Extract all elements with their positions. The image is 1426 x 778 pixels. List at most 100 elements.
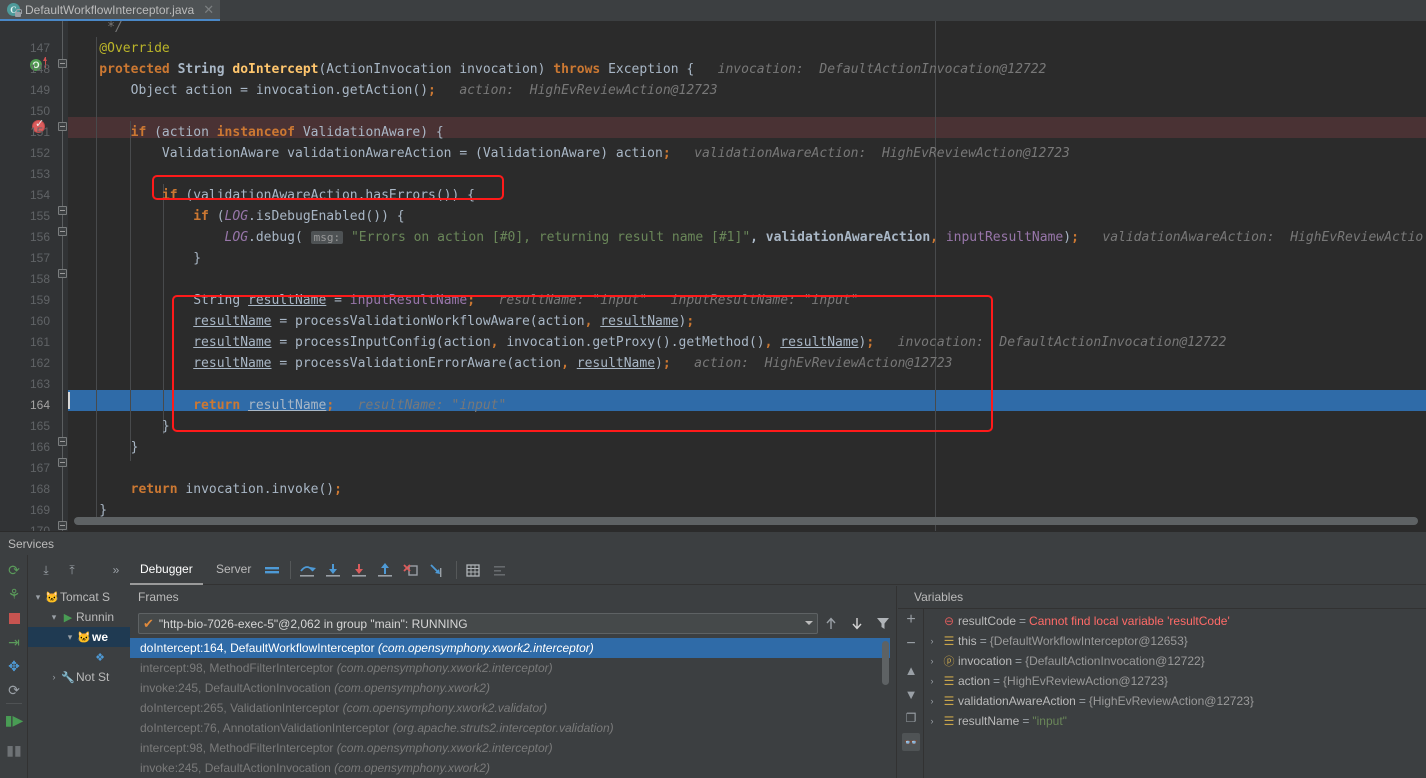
resume-program-icon[interactable]: ▮▶ <box>5 711 23 729</box>
run-to-cursor-icon[interactable] <box>428 562 446 579</box>
frame-method: intercept:98, MethodFilterInterceptor <box>140 661 333 675</box>
code-line-165: } <box>68 416 170 437</box>
rerun-icon[interactable]: ⟳ <box>5 561 23 579</box>
chevron-down-icon[interactable]: ▾ <box>64 632 76 643</box>
tab-server[interactable]: Server <box>206 555 261 585</box>
frame-row[interactable]: invoke:245, DefaultActionInvocation (com… <box>130 678 890 698</box>
frame-row[interactable]: doIntercept:265, ValidationInterceptor (… <box>130 698 890 718</box>
chevron-down-icon[interactable]: ▾ <box>32 592 44 603</box>
fold-marker-148[interactable] <box>58 59 67 68</box>
evaluate-expression-icon[interactable] <box>464 562 482 579</box>
services-title: Services <box>0 537 54 551</box>
drop-frame-icon[interactable] <box>402 562 420 579</box>
up-arrow-icon[interactable] <box>822 615 840 632</box>
mute-breakpoints-icon[interactable] <box>491 562 509 579</box>
add-watch-icon[interactable]: + <box>902 611 920 629</box>
more-icon[interactable]: » <box>108 562 124 578</box>
frame-row[interactable]: doIntercept:76, AnnotationValidationInte… <box>130 718 890 738</box>
frame-row[interactable]: invoke:245, DefaultActionInvocation (com… <box>130 758 890 778</box>
frames-scrollbar[interactable] <box>882 641 889 685</box>
step-out-icon[interactable] <box>376 562 394 579</box>
frame-row[interactable]: doIntercept:164, DefaultWorkflowIntercep… <box>130 638 890 658</box>
services-tree-node-artifact[interactable]: ❖ <box>28 647 130 667</box>
services-node-label: Tomcat S <box>60 590 110 604</box>
services-tree-node-tomcat[interactable]: ▾ 🐱 Tomcat S <box>28 587 130 607</box>
fold-marker-165[interactable] <box>58 437 67 446</box>
step-into-icon[interactable] <box>324 562 342 579</box>
variable-row[interactable]: › ⓟ invocation = {DefaultActionInvocatio… <box>924 651 1426 671</box>
code-line-156: LOG.debug( msg: "Errors on action [#0], … <box>68 227 1423 248</box>
panel-splitter[interactable] <box>896 586 897 778</box>
editor-tab[interactable]: C DefaultWorkflowInterceptor.java ✕ <box>0 0 220 21</box>
frame-row[interactable]: intercept:98, MethodFilterInterceptor (c… <box>130 658 890 678</box>
expand-all-icon[interactable]: ⤓ <box>38 562 54 578</box>
chevron-down-icon[interactable]: ▾ <box>48 612 60 623</box>
collapse-all-icon[interactable]: ⤒ <box>64 562 80 578</box>
variable-row[interactable]: › ☰ this = {DefaultWorkflowInterceptor@1… <box>924 631 1426 651</box>
fold-marker-151[interactable] <box>58 122 67 131</box>
line-number: 162 <box>0 353 50 374</box>
frames-list[interactable]: doIntercept:164, DefaultWorkflowIntercep… <box>130 638 890 778</box>
code-editor[interactable]: O 147 148 149 150 151 152 153 154 155 15… <box>0 21 1426 531</box>
fold-marker-155[interactable] <box>58 227 67 236</box>
fold-marker-157[interactable] <box>58 269 67 278</box>
restart-icon[interactable]: ⟳ <box>5 681 23 699</box>
services-tree-node-webapp[interactable]: ▾ 🐱 we <box>28 627 130 647</box>
variables-title: Variables <box>906 586 963 608</box>
services-node-label: we <box>92 630 108 644</box>
run-icon: ▶ <box>60 611 76 624</box>
remove-watch-icon[interactable]: − <box>902 635 920 653</box>
chevron-right-icon[interactable]: › <box>924 696 940 706</box>
down-arrow-icon[interactable] <box>848 615 866 632</box>
debug-icon[interactable]: ⚘ <box>5 585 23 603</box>
deploy-icon[interactable]: ⇥ <box>5 633 23 651</box>
frame-method: doIntercept:76, AnnotationValidationInte… <box>140 721 389 735</box>
chevron-right-icon[interactable]: › <box>924 656 940 666</box>
chevron-right-icon[interactable]: › <box>924 716 940 726</box>
code-line-157: } <box>68 248 201 269</box>
filter-icon[interactable] <box>874 615 892 632</box>
wrench-icon: 🔧 <box>60 671 76 684</box>
check-icon: ✔ <box>143 616 154 632</box>
variable-row[interactable]: › ☰ resultName = "input" <box>924 711 1426 731</box>
copy-icon[interactable]: ❐ <box>902 709 920 727</box>
line-number: 151 <box>0 122 50 143</box>
variable-row[interactable]: ⊖ resultCode = Cannot find local variabl… <box>924 611 1426 631</box>
chevron-right-icon[interactable]: › <box>924 636 940 646</box>
line-number: 166 <box>0 437 50 458</box>
editor-horizontal-scrollbar[interactable] <box>74 517 1418 525</box>
pause-program-icon[interactable]: ▮▮ <box>5 741 23 759</box>
line-number: 169 <box>0 500 50 521</box>
close-icon[interactable]: ✕ <box>203 5 214 15</box>
frame-row[interactable]: intercept:98, MethodFilterInterceptor (c… <box>130 738 890 758</box>
fold-marker-166[interactable] <box>58 458 67 467</box>
code-line-160: resultName = processValidationWorkflowAw… <box>68 311 694 332</box>
fold-marker-154[interactable] <box>58 206 67 215</box>
variables-list[interactable]: ⊖ resultCode = Cannot find local variabl… <box>924 609 1426 778</box>
chevron-down-icon[interactable] <box>805 621 813 625</box>
services-tree-node-running[interactable]: ▾ ▶ Runnin <box>28 607 130 627</box>
code-line-147: @Override <box>68 38 170 59</box>
chevron-right-icon[interactable]: › <box>48 672 60 682</box>
stop-icon[interactable] <box>5 609 23 627</box>
line-number: 158 <box>0 269 50 290</box>
services-tree-panel: ⤓ ⤒ » ▾ 🐱 Tomcat S ▾ ▶ Runnin ▾ 🐱 we <box>28 555 130 778</box>
move-down-icon[interactable]: ▼ <box>902 685 920 703</box>
frame-package: (com.opensymphony.xwork2.interceptor) <box>378 641 594 655</box>
tab-debugger[interactable]: Debugger <box>130 555 203 585</box>
code-line-152: ValidationAware validationAwareAction = … <box>68 143 1070 164</box>
show-execution-point-icon[interactable] <box>263 562 281 579</box>
step-over-icon[interactable] <box>298 562 316 579</box>
fold-marker-169[interactable] <box>58 521 67 530</box>
variable-row[interactable]: › ☰ action = {HighEvReviewAction@12723} <box>924 671 1426 691</box>
force-step-into-icon[interactable] <box>350 562 368 579</box>
thread-selector[interactable]: ✔ "http-bio-7026-exec-5"@2,062 in group … <box>138 613 818 634</box>
watches-icon[interactable]: 👓 <box>902 733 920 751</box>
variables-toolbar: + − ▲ ▼ ❐ 👓 <box>898 609 924 778</box>
move-up-icon[interactable]: ▲ <box>902 661 920 679</box>
editor-tab-bar: C DefaultWorkflowInterceptor.java ✕ <box>0 0 1426 21</box>
settings-icon[interactable]: ✥ <box>5 657 23 675</box>
variable-row[interactable]: › ☰ validationAwareAction = {HighEvRevie… <box>924 691 1426 711</box>
chevron-right-icon[interactable]: › <box>924 676 940 686</box>
services-tree-node-not-started[interactable]: › 🔧 Not St <box>28 667 130 687</box>
